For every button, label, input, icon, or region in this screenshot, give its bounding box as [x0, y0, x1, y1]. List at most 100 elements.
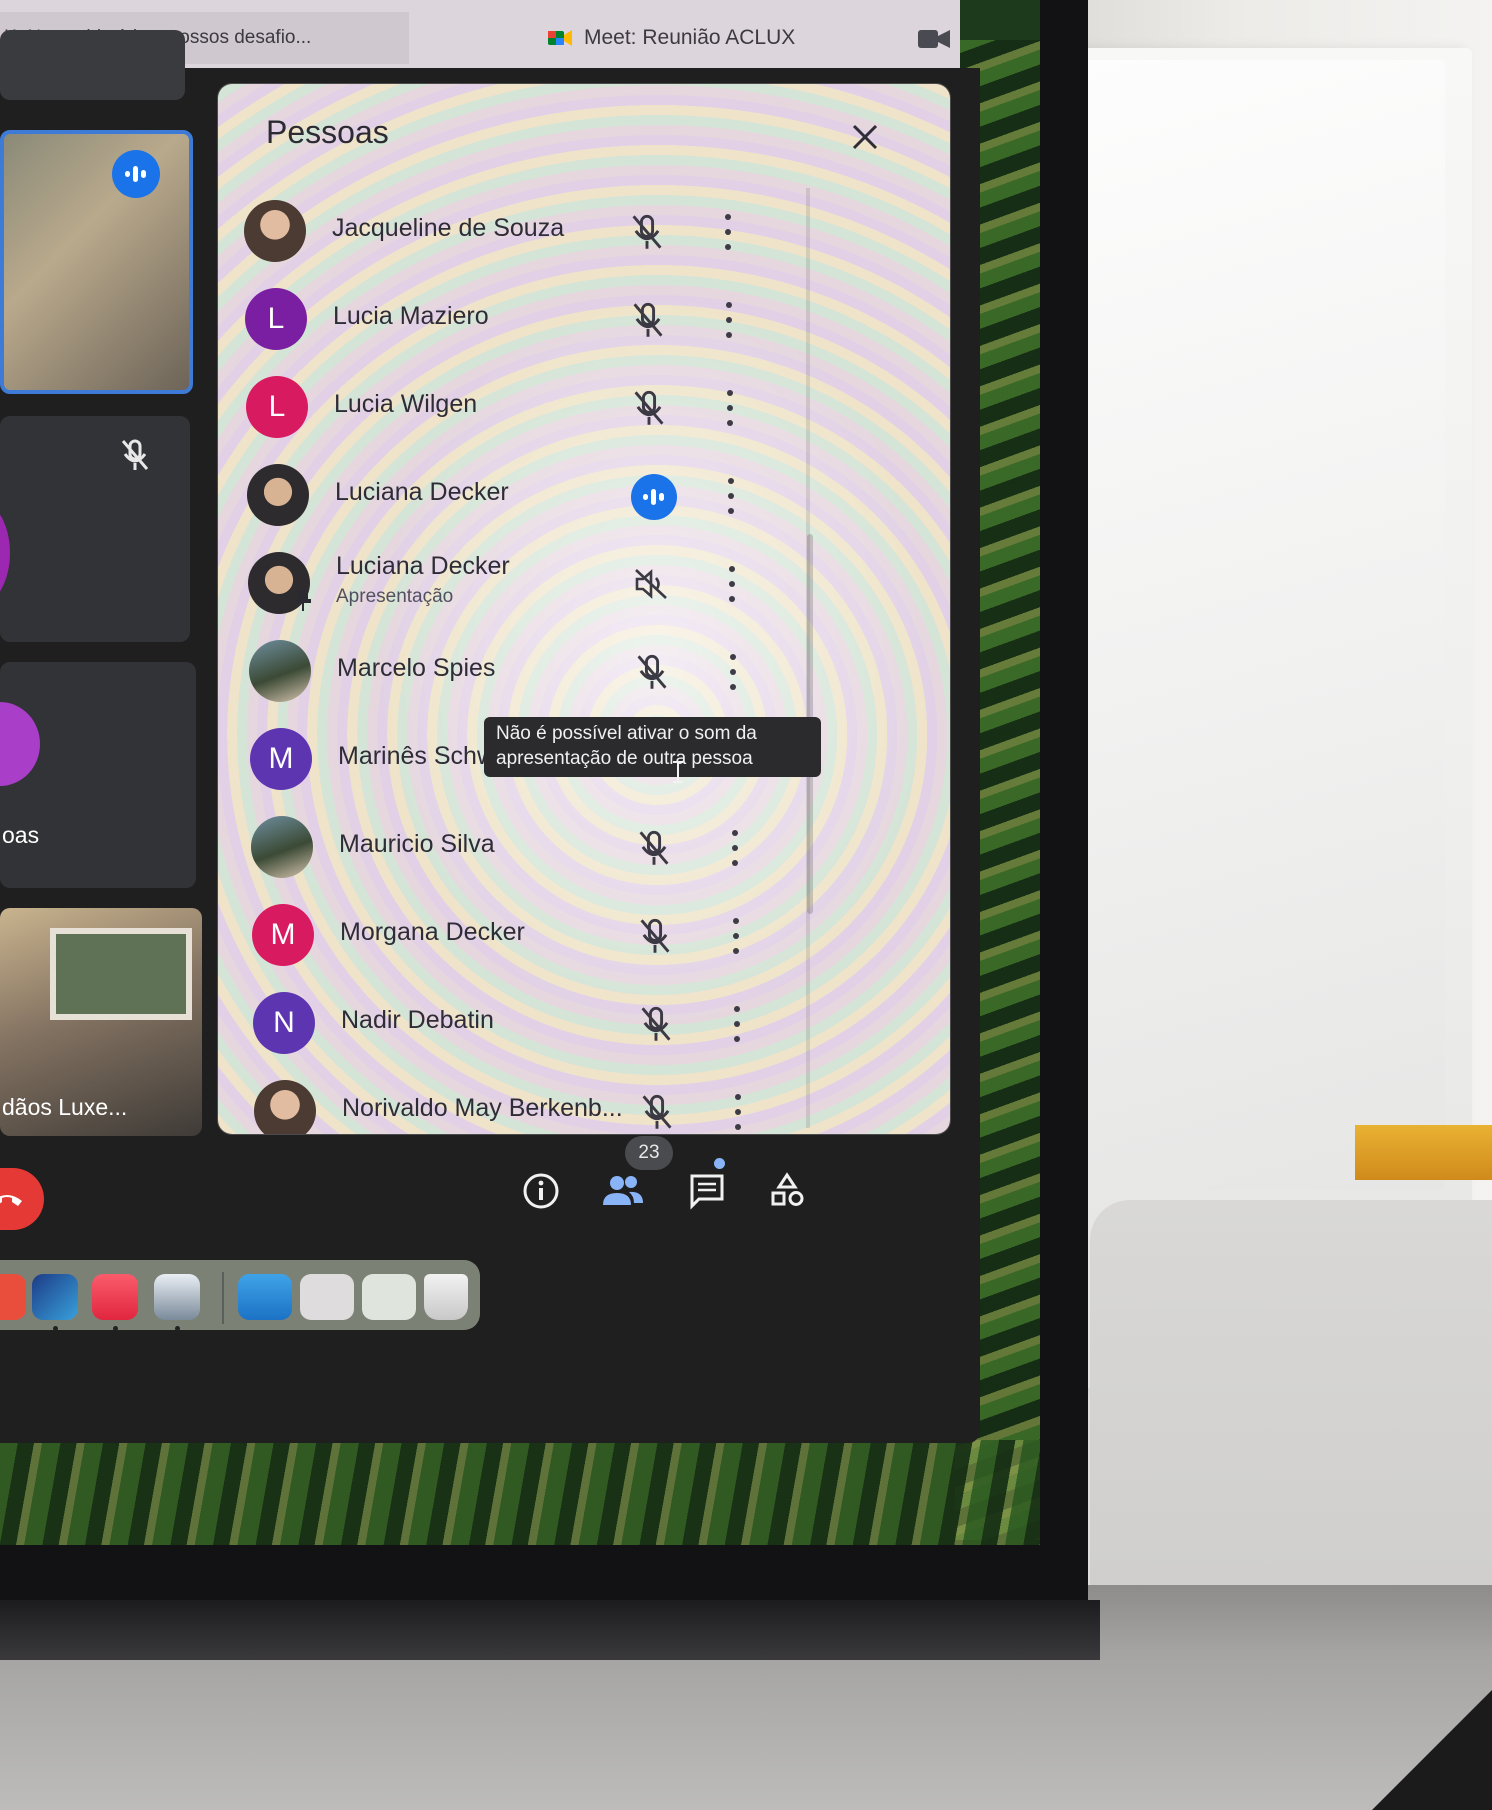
mic-off-icon[interactable] [637, 1004, 675, 1044]
mic-off-icon[interactable] [636, 916, 674, 956]
participant-name: Lucia Maziero [333, 302, 489, 330]
avatar [0, 702, 40, 786]
more-options-button[interactable] [725, 830, 745, 866]
speaking-indicator-icon [631, 474, 677, 520]
participant-name: Mauricio Silva [339, 830, 495, 858]
mic-off-icon[interactable] [629, 300, 667, 340]
unread-chat-dot [714, 1158, 725, 1169]
participant-name: Luciana Decker [336, 552, 510, 580]
participant-row[interactable]: M Morgana Decker [252, 898, 772, 968]
laptop-hinge [0, 1600, 1100, 1660]
pin-icon [295, 590, 311, 611]
more-options-button[interactable] [727, 1006, 747, 1042]
dock-app-icon[interactable] [32, 1274, 78, 1320]
desktop-wallpaper-bottom [0, 1440, 1040, 1545]
music-app-icon[interactable] [92, 1274, 138, 1320]
close-icon [852, 124, 878, 150]
more-options-button[interactable] [719, 302, 739, 338]
chat-button[interactable] [684, 1168, 730, 1214]
dock-window-thumbnail[interactable] [362, 1274, 416, 1320]
people-icon [603, 1176, 643, 1205]
participant-tile[interactable]: oas [0, 662, 196, 888]
trash-icon[interactable] [424, 1274, 468, 1320]
participant-tile-speaking[interactable] [0, 130, 193, 394]
dock-running-indicator [113, 1326, 118, 1331]
people-button[interactable] [600, 1168, 646, 1214]
participant-name: Marcelo Spies [337, 654, 496, 682]
more-options-button[interactable] [728, 1094, 748, 1130]
participant-name: Luciana Decker [335, 478, 509, 506]
more-options-button[interactable] [726, 918, 746, 954]
avatar [0, 498, 10, 608]
avatar: M [250, 728, 312, 790]
participant-name: Norivaldo May Berkenb... [342, 1094, 623, 1122]
activities-icon [771, 1172, 804, 1206]
tooltip: Não é possível ativar o som da apresenta… [484, 717, 821, 777]
avatar: N [253, 992, 315, 1054]
avatar: M [252, 904, 314, 966]
dock-running-indicator [175, 1326, 180, 1331]
participant-row[interactable]: Mauricio Silva [251, 810, 771, 880]
camera-icon [918, 30, 950, 48]
participant-subtitle: Apresentação [336, 586, 454, 607]
meeting-details-button[interactable] [518, 1168, 564, 1214]
more-options-button[interactable] [722, 566, 742, 602]
avatar [247, 464, 309, 526]
participant-row[interactable]: L Lucia Maziero [245, 282, 765, 352]
avatar [254, 1080, 316, 1134]
more-options-button[interactable] [721, 478, 741, 514]
people-panel: Pessoas Jacqueline de Souza L Lucia Mazi… [218, 84, 950, 1134]
participant-name: Marinês Schw [338, 742, 495, 770]
mic-off-icon[interactable] [633, 652, 671, 692]
participant-name: Nadir Debatin [341, 1006, 494, 1034]
meet-logo-icon [548, 30, 572, 46]
participant-tile-name: dãos Luxe... [2, 1094, 128, 1120]
info-icon [523, 1173, 559, 1209]
panel-title: Pessoas [266, 114, 389, 150]
participant-row[interactable]: L Lucia Wilgen [246, 370, 766, 440]
phone-hangup-icon [0, 1195, 22, 1206]
participant-tile[interactable]: dãos Luxe... [0, 908, 202, 1136]
browser-tab-label: Meet: Reunião ACLUX [584, 26, 796, 49]
participant-name: Jacqueline de Souza [332, 214, 565, 242]
mic-off-icon [121, 439, 149, 470]
participant-name: Lucia Wilgen [334, 390, 478, 418]
dock-app-icon[interactable] [154, 1274, 200, 1320]
participant-tile-name: oas [2, 822, 40, 848]
dock-folder-icon[interactable] [238, 1274, 292, 1320]
laptop-screen: K: Nossa história e nossos desafio... Me… [0, 0, 1040, 1545]
speaking-indicator-icon [112, 150, 160, 198]
dock-window-thumbnail[interactable] [300, 1274, 354, 1320]
participant-row[interactable]: N Nadir Debatin [253, 986, 773, 1056]
more-options-button[interactable] [718, 214, 738, 250]
more-options-button[interactable] [723, 654, 743, 690]
participant-tile[interactable] [0, 30, 185, 100]
dock-app-icon[interactable] [0, 1274, 26, 1320]
mic-off-icon[interactable] [630, 388, 668, 428]
mic-off-icon[interactable] [628, 212, 666, 252]
avatar [244, 200, 306, 262]
participant-row[interactable]: Luciana Decker [247, 458, 767, 528]
participant-row[interactable]: Marcelo Spies [249, 634, 769, 704]
avatar [249, 640, 311, 702]
mic-off-icon[interactable] [638, 1092, 676, 1132]
avatar [251, 816, 313, 878]
video-background-painting [50, 928, 192, 1020]
participant-row[interactable]: Norivaldo May Berkenb... [254, 1074, 774, 1134]
background-book [1355, 1125, 1492, 1180]
participant-name: Morgana Decker [340, 918, 525, 946]
participant-row[interactable]: Luciana Decker Apresentação [248, 546, 768, 616]
avatar: L [245, 288, 307, 350]
mic-off-icon[interactable] [635, 828, 673, 868]
volume-off-icon[interactable] [632, 564, 670, 604]
people-count-badge: 23 [625, 1136, 673, 1170]
background-white-box-inner [1085, 60, 1445, 1190]
participant-tile[interactable] [0, 416, 190, 642]
more-options-button[interactable] [720, 390, 740, 426]
close-panel-button[interactable] [848, 120, 882, 154]
dock-running-indicator [53, 1326, 58, 1331]
activities-button[interactable] [764, 1168, 810, 1214]
participant-row[interactable]: Jacqueline de Souza [244, 194, 764, 264]
browser-tab-active[interactable]: Meet: Reunião ACLUX [548, 12, 795, 64]
chat-icon [690, 1174, 724, 1210]
